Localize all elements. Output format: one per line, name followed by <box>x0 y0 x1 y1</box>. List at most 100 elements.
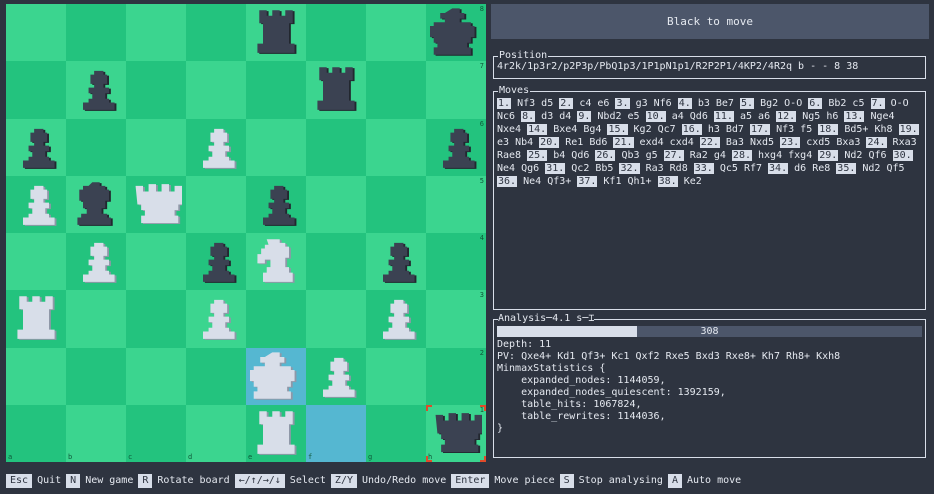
square-c7[interactable] <box>126 61 186 119</box>
move-number: 18. <box>818 124 839 135</box>
square-h4[interactable]: 4 <box>426 233 486 291</box>
square-f3[interactable] <box>306 290 366 348</box>
black-bishop-icon[interactable] <box>70 178 122 231</box>
square-f2[interactable] <box>306 347 366 405</box>
square-e4[interactable] <box>246 233 306 291</box>
black-king-icon[interactable] <box>430 6 482 59</box>
square-c8[interactable] <box>126 4 186 62</box>
square-g6[interactable] <box>366 118 426 176</box>
black-rook-icon[interactable] <box>310 63 362 116</box>
square-d4[interactable] <box>186 233 246 291</box>
square-b7[interactable] <box>66 61 126 119</box>
white-move: b3 <box>697 98 710 109</box>
move-number: 7. <box>870 98 885 109</box>
square-d5[interactable] <box>186 175 246 233</box>
square-e2[interactable] <box>246 347 306 405</box>
square-c3[interactable] <box>126 290 186 348</box>
square-a8[interactable] <box>6 4 66 62</box>
white-pawn-icon[interactable] <box>10 178 62 231</box>
key-select[interactable]: ←/↑/→/↓ <box>234 474 285 488</box>
black-queen-icon[interactable] <box>430 407 482 460</box>
square-b5[interactable] <box>66 175 126 233</box>
white-pawn-icon[interactable] <box>190 292 242 345</box>
square-f7[interactable] <box>306 61 366 119</box>
square-d8[interactable] <box>186 4 246 62</box>
square-c1[interactable]: c <box>126 404 186 462</box>
square-b2[interactable] <box>66 347 126 405</box>
square-c2[interactable] <box>126 347 186 405</box>
square-a1[interactable]: a <box>6 404 66 462</box>
square-c4[interactable] <box>126 233 186 291</box>
square-d3[interactable] <box>186 290 246 348</box>
white-rook-icon[interactable] <box>250 407 302 460</box>
square-d6[interactable] <box>186 118 246 176</box>
square-d1[interactable]: d <box>186 404 246 462</box>
square-b4[interactable] <box>66 233 126 291</box>
key-undo-redo-move[interactable]: Z/Y <box>330 474 357 488</box>
square-e1[interactable]: e <box>246 404 306 462</box>
square-a4[interactable] <box>6 233 66 291</box>
square-f5[interactable] <box>306 175 366 233</box>
white-pawn-icon[interactable] <box>70 235 122 288</box>
square-f6[interactable] <box>306 118 366 176</box>
black-pawn-icon[interactable] <box>250 178 302 231</box>
square-g7[interactable] <box>366 61 426 119</box>
square-h8[interactable]: 8 <box>426 4 486 62</box>
square-g3[interactable] <box>366 290 426 348</box>
key-rotate-board[interactable]: R <box>138 474 153 488</box>
black-pawn-icon[interactable] <box>370 235 422 288</box>
square-g2[interactable] <box>366 347 426 405</box>
black-pawn-icon[interactable] <box>10 121 62 174</box>
square-g8[interactable] <box>366 4 426 62</box>
white-rook-icon[interactable] <box>10 292 62 345</box>
square-f1[interactable]: f <box>306 404 366 462</box>
key-move-piece[interactable]: Enter <box>451 474 490 488</box>
square-h1[interactable]: h1 <box>426 404 486 462</box>
white-knight-icon[interactable] <box>250 235 302 288</box>
white-queen-icon[interactable] <box>130 178 182 231</box>
key-stop-analysing[interactable]: S <box>559 474 574 488</box>
square-h5[interactable]: 5 <box>426 175 486 233</box>
square-e5[interactable] <box>246 175 306 233</box>
square-c5[interactable] <box>126 175 186 233</box>
square-g4[interactable] <box>366 233 426 291</box>
square-a2[interactable] <box>6 347 66 405</box>
square-c6[interactable] <box>126 118 186 176</box>
square-a6[interactable] <box>6 118 66 176</box>
square-b8[interactable] <box>66 4 126 62</box>
square-f4[interactable] <box>306 233 366 291</box>
square-h3[interactable]: 3 <box>426 290 486 348</box>
square-b1[interactable]: b <box>66 404 126 462</box>
square-h6[interactable]: 6 <box>426 118 486 176</box>
key-description: Stop analysing <box>578 475 663 486</box>
square-a5[interactable] <box>6 175 66 233</box>
square-a3[interactable] <box>6 290 66 348</box>
chess-board[interactable]: 8765432 abcdefgh1 <box>6 4 486 462</box>
square-h2[interactable]: 2 <box>426 347 486 405</box>
black-pawn-icon[interactable] <box>190 235 242 288</box>
move-number: 11. <box>713 111 734 122</box>
black-pawn-icon[interactable] <box>70 63 122 116</box>
square-g5[interactable] <box>366 175 426 233</box>
square-e7[interactable] <box>246 61 306 119</box>
black-pawn-icon[interactable] <box>430 121 482 174</box>
key-new-game[interactable]: N <box>66 474 81 488</box>
white-pawn-icon[interactable] <box>370 292 422 345</box>
square-g1[interactable]: g <box>366 404 426 462</box>
white-pawn-icon[interactable] <box>310 350 362 403</box>
key-quit[interactable]: Esc <box>6 474 33 488</box>
black-rook-icon[interactable] <box>250 6 302 59</box>
key-auto-move[interactable]: A <box>667 474 682 488</box>
square-b6[interactable] <box>66 118 126 176</box>
square-d7[interactable] <box>186 61 246 119</box>
white-king-icon[interactable] <box>250 350 302 403</box>
square-b3[interactable] <box>66 290 126 348</box>
white-pawn-icon[interactable] <box>190 121 242 174</box>
square-e3[interactable] <box>246 290 306 348</box>
square-e8[interactable] <box>246 4 306 62</box>
square-e6[interactable] <box>246 118 306 176</box>
square-d2[interactable] <box>186 347 246 405</box>
square-h7[interactable]: 7 <box>426 61 486 119</box>
square-a7[interactable] <box>6 61 66 119</box>
square-f8[interactable] <box>306 4 366 62</box>
